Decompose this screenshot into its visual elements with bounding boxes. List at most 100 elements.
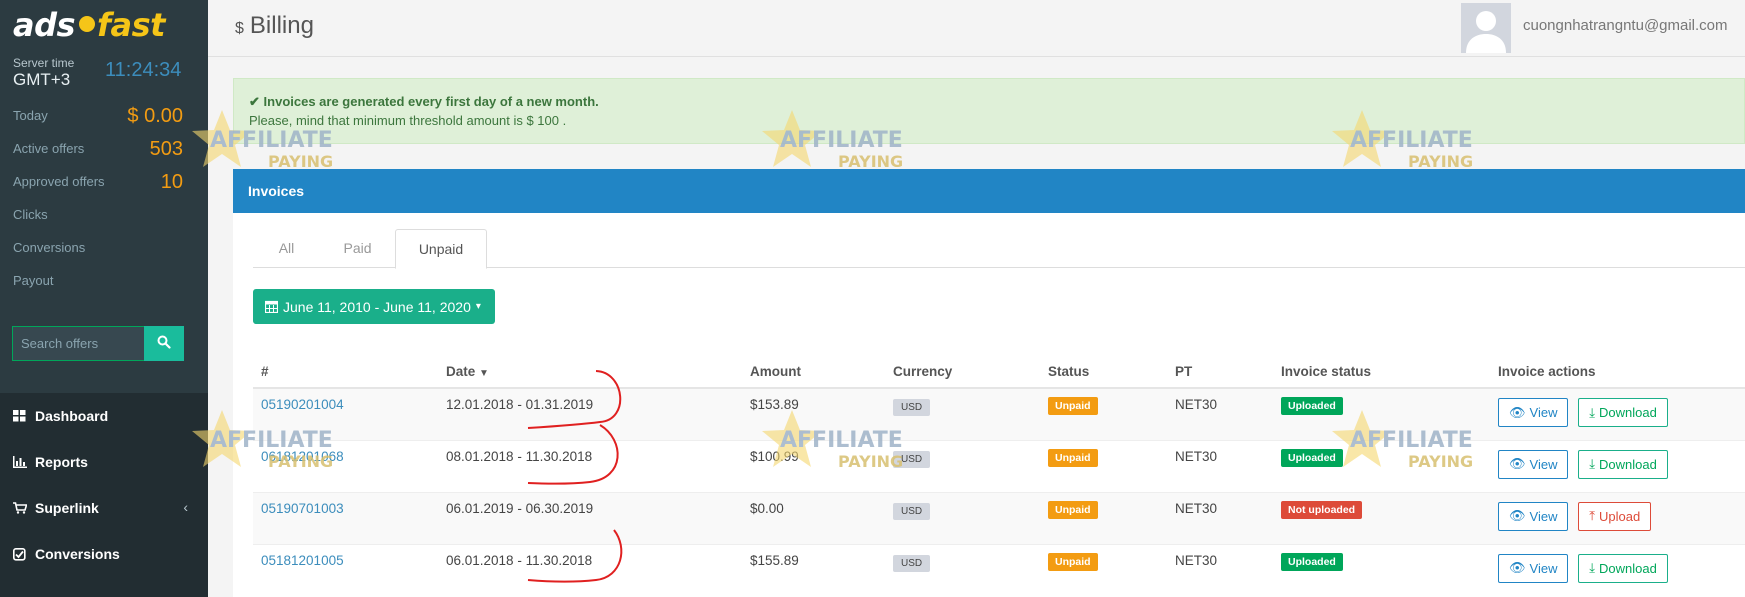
cell-invoice-status: Uploaded bbox=[1273, 387, 1490, 440]
eye-icon: 👁 bbox=[1509, 508, 1526, 523]
search-button[interactable] bbox=[144, 326, 184, 361]
bar-chart-icon bbox=[13, 456, 35, 468]
sidebar-menu: Dashboard Reports Superlink ‹ Conversion… bbox=[0, 393, 208, 597]
cell-id: 05190701003 bbox=[253, 491, 438, 544]
download-label: Download bbox=[1598, 456, 1657, 472]
sidebar-item-dashboard[interactable]: Dashboard bbox=[0, 393, 208, 439]
currency-badge: USD bbox=[893, 502, 931, 520]
stat-payout: Payout bbox=[0, 267, 208, 300]
stat-value: 503 bbox=[149, 138, 183, 160]
download-label: Download bbox=[1598, 560, 1657, 576]
view-button[interactable]: 👁 View bbox=[1498, 501, 1569, 531]
view-button[interactable]: 👁 View bbox=[1498, 553, 1569, 583]
upload-icon: ⤒ bbox=[1589, 508, 1595, 523]
download-button[interactable]: ⤓ Download bbox=[1578, 553, 1668, 583]
invoices-box-body: All Paid Unpaid June 11, 2010 - June 11,… bbox=[233, 213, 1745, 597]
col-invoice-status: Invoice status bbox=[1273, 355, 1490, 389]
view-label: View bbox=[1529, 560, 1558, 576]
view-label: View bbox=[1529, 405, 1558, 420]
sidebar-item-label: Dashboard bbox=[35, 408, 109, 424]
alert-line1: Invoices are generated every first day o… bbox=[263, 94, 599, 109]
download-icon: ⤓ bbox=[1589, 456, 1595, 471]
calendar-icon bbox=[265, 300, 278, 313]
invoice-link[interactable]: 06181201068 bbox=[261, 449, 344, 464]
chevron-left-icon: ‹ bbox=[183, 499, 188, 515]
tab-all[interactable]: All bbox=[253, 229, 320, 268]
tab-unpaid[interactable]: Unpaid bbox=[395, 229, 487, 269]
invoice-tabs: All Paid Unpaid bbox=[253, 229, 1745, 269]
eye-icon: 👁 bbox=[1509, 456, 1526, 471]
invoice-status-badge: Uploaded bbox=[1281, 552, 1343, 571]
invoice-link[interactable]: 05190701003 bbox=[261, 501, 344, 516]
cell-date: 08.01.2018 - 11.30.2018 bbox=[438, 439, 742, 492]
sidebar-item-conversions[interactable]: Conversions bbox=[0, 531, 208, 577]
logo-text-ads: ads bbox=[13, 6, 76, 44]
col-invoice-actions: Invoice actions bbox=[1490, 355, 1745, 389]
search-input[interactable] bbox=[12, 326, 144, 361]
sidebar-item-superlink[interactable]: Superlink ‹ bbox=[0, 485, 208, 531]
currency-badge: USD bbox=[893, 554, 931, 572]
table-row: 05190701003 06.01.2019 - 06.30.2019 $0.0… bbox=[253, 491, 1745, 544]
page-title: $ Billing bbox=[235, 12, 314, 40]
logo[interactable]: ads fast bbox=[0, 0, 208, 48]
stat-active-offers: Active offers 503 bbox=[0, 135, 208, 168]
cell-id: 05181201005 bbox=[253, 543, 438, 596]
cart-icon bbox=[13, 502, 35, 514]
cell-date: 06.01.2019 - 06.30.2019 bbox=[438, 491, 742, 544]
col-number: # bbox=[253, 355, 438, 389]
invoices-table: # Date ▼ Amount Currency Status PT Invoi… bbox=[253, 355, 1745, 596]
date-range-button[interactable]: June 11, 2010 - June 11, 2020 ▾ bbox=[253, 289, 495, 324]
col-date-label: Date bbox=[446, 363, 476, 379]
logo-text-fast: fast bbox=[97, 6, 165, 44]
sort-desc-icon: ▼ bbox=[479, 367, 489, 379]
view-button[interactable]: 👁 View bbox=[1498, 398, 1569, 427]
col-currency: Currency bbox=[885, 355, 1040, 389]
download-button[interactable]: ⤓ Download bbox=[1578, 449, 1668, 479]
check-icon: ✔ bbox=[249, 94, 260, 109]
stat-label: Conversions bbox=[13, 240, 86, 255]
col-amount: Amount bbox=[742, 355, 885, 389]
stat-label: Clicks bbox=[13, 207, 48, 222]
cell-pt: NET30 bbox=[1167, 543, 1273, 596]
download-label: Download bbox=[1598, 405, 1657, 420]
sidebar-item-label: Superlink bbox=[35, 500, 99, 516]
table-row: 06181201068 08.01.2018 - 11.30.2018 $100… bbox=[253, 439, 1745, 492]
eye-icon: 👁 bbox=[1509, 404, 1526, 420]
upload-button[interactable]: ⤒ Upload bbox=[1578, 501, 1652, 531]
invoice-link[interactable]: 05181201005 bbox=[261, 553, 344, 568]
tab-paid[interactable]: Paid bbox=[320, 229, 395, 268]
stat-label: Payout bbox=[13, 273, 54, 288]
sidebar-item-reports[interactable]: Reports bbox=[0, 439, 208, 485]
stat-conversions: Conversions bbox=[0, 234, 208, 267]
cell-date: 12.01.2018 - 01.31.2019 bbox=[438, 387, 742, 440]
status-badge: Unpaid bbox=[1048, 448, 1098, 467]
sidebar-item-label: Conversions bbox=[35, 546, 120, 562]
cell-date: 06.01.2018 - 11.30.2018 bbox=[438, 543, 742, 596]
user-email[interactable]: cuongnhatrangntu@gmail.com bbox=[1523, 17, 1728, 34]
col-date[interactable]: Date ▼ bbox=[438, 355, 742, 389]
chevron-down-icon: ▾ bbox=[475, 301, 481, 312]
page-title-text: Billing bbox=[249, 12, 314, 39]
cell-id: 06181201068 bbox=[253, 439, 438, 492]
col-pt: PT bbox=[1167, 355, 1273, 389]
cell-invoice-status: Uploaded bbox=[1273, 439, 1490, 492]
cell-actions: 👁 View ⤓ Download bbox=[1490, 543, 1745, 596]
cell-status: Unpaid bbox=[1040, 491, 1167, 544]
download-button[interactable]: ⤓ Download bbox=[1578, 398, 1668, 427]
view-label: View bbox=[1529, 456, 1558, 472]
cell-amount: $100.99 bbox=[742, 439, 885, 492]
table-row: 05190201004 12.01.2018 - 01.31.2019 $153… bbox=[253, 387, 1745, 440]
cell-currency: USD bbox=[885, 543, 1040, 596]
invoice-status-badge: Uploaded bbox=[1281, 448, 1343, 467]
timezone: GMT+3 bbox=[13, 70, 71, 89]
cell-invoice-status: Not uploaded bbox=[1273, 491, 1490, 544]
invoice-link[interactable]: 05190201004 bbox=[261, 397, 344, 412]
status-badge: Unpaid bbox=[1048, 397, 1098, 415]
cell-currency: USD bbox=[885, 491, 1040, 544]
currency-badge: USD bbox=[893, 450, 931, 468]
view-button[interactable]: 👁 View bbox=[1498, 449, 1569, 479]
avatar[interactable] bbox=[1461, 3, 1511, 53]
cell-invoice-status: Uploaded bbox=[1273, 543, 1490, 596]
view-label: View bbox=[1529, 508, 1558, 524]
server-clock: 11:24:34 bbox=[105, 59, 182, 81]
